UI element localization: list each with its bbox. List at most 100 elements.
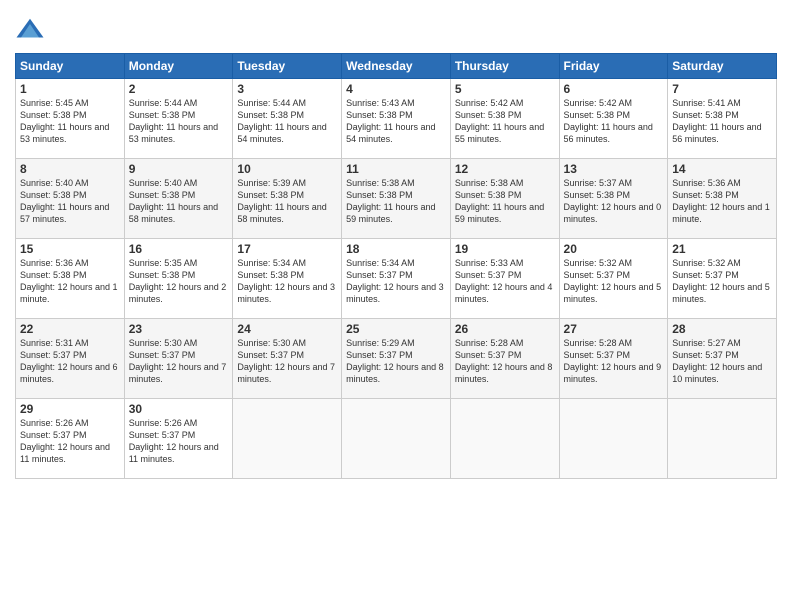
page-container: SundayMondayTuesdayWednesdayThursdayFrid… (0, 0, 792, 489)
col-header-friday: Friday (559, 54, 668, 79)
day-cell-3: 3 Sunrise: 5:44 AMSunset: 5:38 PMDaylight… (233, 79, 342, 159)
day-cell-27: 27 Sunrise: 5:28 AMSunset: 5:37 PMDayligh… (559, 319, 668, 399)
day-number: 9 (129, 162, 229, 176)
day-number: 30 (129, 402, 229, 416)
day-info: Sunrise: 5:26 AMSunset: 5:37 PMDaylight:… (129, 418, 219, 464)
day-cell-28: 28Sunrise: 5:27 AMSunset: 5:37 PMDayligh… (668, 319, 777, 399)
day-number: 2 (129, 82, 229, 96)
week-row-1: 1Sunrise: 5:45 AMSunset: 5:38 PMDaylight… (16, 79, 777, 159)
day-number: 8 (20, 162, 120, 176)
day-number: 12 (455, 162, 555, 176)
day-number: 27 (564, 322, 664, 336)
day-info: Sunrise: 5:26 AMSunset: 5:37 PMDaylight:… (20, 418, 110, 464)
day-cell-22: 22Sunrise: 5:31 AMSunset: 5:37 PMDayligh… (16, 319, 125, 399)
day-info: Sunrise: 5:44 AMSunset: 5:38 PMDaylight:… (237, 98, 326, 144)
day-number: 21 (672, 242, 772, 256)
day-number: 14 (672, 162, 772, 176)
day-cell-4: 4Sunrise: 5:43 AMSunset: 5:38 PMDaylight… (342, 79, 451, 159)
col-header-monday: Monday (124, 54, 233, 79)
day-number: 7 (672, 82, 772, 96)
day-number: 15 (20, 242, 120, 256)
day-number: 24 (237, 322, 337, 336)
day-number: 25 (346, 322, 446, 336)
day-info: Sunrise: 5:40 AMSunset: 5:38 PMDaylight:… (129, 178, 218, 224)
day-number: 3 (237, 82, 337, 96)
day-number: 10 (237, 162, 337, 176)
day-cell-11: 11 Sunrise: 5:38 AMSunset: 5:38 PMDayligh… (342, 159, 451, 239)
day-number: 5 (455, 82, 555, 96)
day-cell-1: 1Sunrise: 5:45 AMSunset: 5:38 PMDaylight… (16, 79, 125, 159)
day-info: Sunrise: 5:30 AMSunset: 5:37 PMDaylight:… (237, 338, 335, 384)
day-number: 13 (564, 162, 664, 176)
day-cell-26: 26 Sunrise: 5:28 AMSunset: 5:37 PMDayligh… (450, 319, 559, 399)
header (15, 10, 777, 45)
day-info: Sunrise: 5:44 AMSunset: 5:38 PMDaylight:… (129, 98, 218, 144)
day-number: 18 (346, 242, 446, 256)
day-number: 16 (129, 242, 229, 256)
day-info: Sunrise: 5:42 AMSunset: 5:38 PMDaylight:… (455, 98, 544, 144)
week-row-5: 29 Sunrise: 5:26 AMSunset: 5:37 PMDayligh… (16, 399, 777, 479)
day-info: Sunrise: 5:35 AMSunset: 5:38 PMDaylight:… (129, 258, 227, 304)
day-cell-30: 30 Sunrise: 5:26 AMSunset: 5:37 PMDayligh… (124, 399, 233, 479)
day-number: 20 (564, 242, 664, 256)
calendar-table: SundayMondayTuesdayWednesdayThursdayFrid… (15, 53, 777, 479)
day-info: Sunrise: 5:36 AMSunset: 5:38 PMDaylight:… (20, 258, 118, 304)
day-info: Sunrise: 5:33 AMSunset: 5:37 PMDaylight:… (455, 258, 553, 304)
day-info: Sunrise: 5:42 AMSunset: 5:38 PMDaylight:… (564, 98, 653, 144)
empty-cell (342, 399, 451, 479)
day-cell-16: 16 Sunrise: 5:35 AMSunset: 5:38 PMDayligh… (124, 239, 233, 319)
day-info: Sunrise: 5:38 AMSunset: 5:38 PMDaylight:… (346, 178, 435, 224)
day-info: Sunrise: 5:36 AMSunset: 5:38 PMDaylight:… (672, 178, 770, 224)
empty-cell (559, 399, 668, 479)
col-header-thursday: Thursday (450, 54, 559, 79)
day-number: 22 (20, 322, 120, 336)
empty-cell (668, 399, 777, 479)
day-cell-29: 29 Sunrise: 5:26 AMSunset: 5:37 PMDayligh… (16, 399, 125, 479)
day-cell-12: 12 Sunrise: 5:38 AMSunset: 5:38 PMDayligh… (450, 159, 559, 239)
day-cell-21: 21 Sunrise: 5:32 AMSunset: 5:37 PMDayligh… (668, 239, 777, 319)
day-info: Sunrise: 5:34 AMSunset: 5:38 PMDaylight:… (237, 258, 335, 304)
day-cell-15: 15 Sunrise: 5:36 AMSunset: 5:38 PMDayligh… (16, 239, 125, 319)
day-number: 6 (564, 82, 664, 96)
day-info: Sunrise: 5:41 AMSunset: 5:38 PMDaylight:… (672, 98, 761, 144)
day-cell-7: 7 Sunrise: 5:41 AMSunset: 5:38 PMDaylight… (668, 79, 777, 159)
empty-cell (233, 399, 342, 479)
day-cell-5: 5 Sunrise: 5:42 AMSunset: 5:38 PMDaylight… (450, 79, 559, 159)
day-info: Sunrise: 5:38 AMSunset: 5:38 PMDaylight:… (455, 178, 544, 224)
day-info: Sunrise: 5:39 AMSunset: 5:38 PMDaylight:… (237, 178, 326, 224)
day-info: Sunrise: 5:45 AMSunset: 5:38 PMDaylight:… (20, 98, 109, 144)
week-row-2: 8 Sunrise: 5:40 AMSunset: 5:38 PMDaylight… (16, 159, 777, 239)
day-info: Sunrise: 5:34 AMSunset: 5:37 PMDaylight:… (346, 258, 444, 304)
day-info: Sunrise: 5:43 AMSunset: 5:38 PMDaylight:… (346, 98, 435, 144)
day-cell-25: 25 Sunrise: 5:29 AMSunset: 5:37 PMDayligh… (342, 319, 451, 399)
day-cell-14: 14 Sunrise: 5:36 AMSunset: 5:38 PMDayligh… (668, 159, 777, 239)
week-row-3: 15 Sunrise: 5:36 AMSunset: 5:38 PMDayligh… (16, 239, 777, 319)
col-header-tuesday: Tuesday (233, 54, 342, 79)
day-cell-2: 2 Sunrise: 5:44 AMSunset: 5:38 PMDaylight… (124, 79, 233, 159)
day-info: Sunrise: 5:27 AMSunset: 5:37 PMDaylight:… (672, 338, 762, 384)
day-cell-19: 19 Sunrise: 5:33 AMSunset: 5:37 PMDayligh… (450, 239, 559, 319)
day-number: 11 (346, 162, 446, 176)
day-info: Sunrise: 5:30 AMSunset: 5:37 PMDaylight:… (129, 338, 227, 384)
day-info: Sunrise: 5:28 AMSunset: 5:37 PMDaylight:… (564, 338, 662, 384)
day-cell-20: 20 Sunrise: 5:32 AMSunset: 5:37 PMDayligh… (559, 239, 668, 319)
day-info: Sunrise: 5:28 AMSunset: 5:37 PMDaylight:… (455, 338, 553, 384)
day-info: Sunrise: 5:29 AMSunset: 5:37 PMDaylight:… (346, 338, 444, 384)
day-cell-8: 8 Sunrise: 5:40 AMSunset: 5:38 PMDaylight… (16, 159, 125, 239)
day-cell-24: 24 Sunrise: 5:30 AMSunset: 5:37 PMDayligh… (233, 319, 342, 399)
day-info: Sunrise: 5:32 AMSunset: 5:37 PMDaylight:… (672, 258, 770, 304)
day-cell-9: 9 Sunrise: 5:40 AMSunset: 5:38 PMDaylight… (124, 159, 233, 239)
day-number: 26 (455, 322, 555, 336)
logo (15, 15, 49, 45)
day-number: 17 (237, 242, 337, 256)
day-cell-6: 6 Sunrise: 5:42 AMSunset: 5:38 PMDaylight… (559, 79, 668, 159)
day-cell-18: 18 Sunrise: 5:34 AMSunset: 5:37 PMDayligh… (342, 239, 451, 319)
day-info: Sunrise: 5:32 AMSunset: 5:37 PMDaylight:… (564, 258, 662, 304)
day-info: Sunrise: 5:40 AMSunset: 5:38 PMDaylight:… (20, 178, 109, 224)
col-header-saturday: Saturday (668, 54, 777, 79)
empty-cell (450, 399, 559, 479)
week-row-4: 22Sunrise: 5:31 AMSunset: 5:37 PMDayligh… (16, 319, 777, 399)
day-number: 29 (20, 402, 120, 416)
day-number: 19 (455, 242, 555, 256)
day-info: Sunrise: 5:37 AMSunset: 5:38 PMDaylight:… (564, 178, 662, 224)
